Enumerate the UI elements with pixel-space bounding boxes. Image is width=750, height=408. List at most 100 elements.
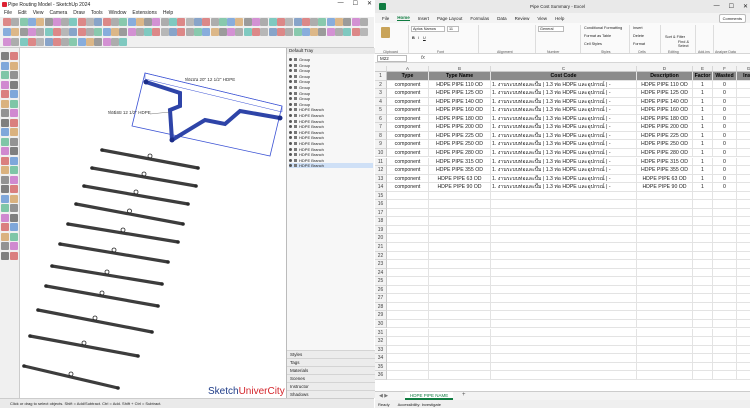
cell[interactable]	[693, 200, 713, 209]
menu-extensions[interactable]: Extensions	[132, 10, 156, 16]
data-cell[interactable]: HDPE PIPE 110 OD	[429, 80, 491, 90]
cell[interactable]	[737, 183, 750, 192]
outliner-item[interactable]: HDPE Branch	[289, 158, 373, 163]
toolbar-tool-icon[interactable]	[102, 28, 111, 36]
data-cell[interactable]: component	[387, 123, 429, 132]
toolbar-tool-icon[interactable]	[169, 28, 177, 36]
cell[interactable]	[693, 234, 713, 243]
side-tool-icon[interactable]	[10, 213, 18, 222]
cell[interactable]	[713, 311, 737, 320]
cell[interactable]	[737, 311, 750, 320]
panel-tags[interactable]: Tags	[287, 358, 375, 366]
accessibility-status[interactable]: Accessibility: Investigate	[398, 402, 441, 407]
italic-button[interactable]: I	[418, 36, 419, 40]
underline-button[interactable]: U	[423, 36, 426, 40]
outliner-item[interactable]: Group	[289, 96, 373, 101]
data-cell[interactable]: HDPE PIPE 125 OD	[637, 89, 693, 98]
row-header[interactable]: 7	[375, 123, 387, 132]
cell[interactable]	[387, 345, 429, 355]
visibility-icon[interactable]	[289, 108, 292, 112]
row-header[interactable]: 3	[375, 89, 387, 98]
toolbar-tool-icon[interactable]	[318, 18, 327, 26]
cell[interactable]	[637, 277, 693, 286]
data-cell[interactable]: 1. งานระบบท่อและปั๊ม | 1.3 ท่อ HDPE และอ…	[491, 131, 637, 141]
side-tool-icon[interactable]	[10, 71, 18, 79]
visibility-icon[interactable]	[289, 97, 292, 101]
row-header[interactable]: 2	[375, 80, 387, 90]
side-tool-icon[interactable]	[10, 147, 18, 155]
side-tool-icon[interactable]	[1, 99, 9, 108]
toolbar-tool-icon[interactable]	[235, 28, 244, 36]
visibility-icon[interactable]	[289, 119, 292, 123]
cell[interactable]	[387, 243, 429, 252]
visibility-icon[interactable]	[289, 74, 292, 78]
cell[interactable]	[387, 200, 429, 209]
visibility-icon[interactable]	[289, 130, 292, 134]
cell[interactable]	[737, 363, 750, 372]
data-cell[interactable]: component	[387, 97, 429, 107]
menu-help[interactable]: Help	[163, 10, 173, 16]
data-cell[interactable]: 1	[693, 97, 713, 107]
cell[interactable]	[387, 302, 429, 312]
cell[interactable]	[693, 208, 713, 218]
cell[interactable]	[737, 337, 750, 346]
data-cell[interactable]: HDPE PIPE 250 OD	[429, 140, 491, 149]
cell[interactable]	[713, 302, 737, 312]
cell[interactable]	[713, 217, 737, 226]
toolbar-tool-icon[interactable]	[69, 38, 78, 46]
data-cell[interactable]: 1. งานระบบท่อและปั๊ม | 1.3 ท่อ HDPE และอ…	[491, 183, 637, 192]
tab-insert[interactable]: Insert	[418, 16, 429, 21]
tab-review[interactable]: Review	[515, 16, 530, 21]
row-header[interactable]: 29	[375, 311, 387, 320]
panel-shadows[interactable]: Shadows	[287, 390, 375, 398]
cell[interactable]	[737, 175, 750, 184]
toolbar-tool-icon[interactable]	[301, 18, 310, 26]
visibility-icon[interactable]	[289, 58, 292, 61]
panel-scenes[interactable]: Scenes	[287, 374, 375, 382]
outliner-item[interactable]: HDPE Branch	[289, 163, 373, 169]
cell[interactable]	[429, 191, 491, 201]
side-tool-icon[interactable]	[1, 137, 9, 146]
row-header[interactable]: 32	[375, 337, 387, 346]
toolbar-tool-icon[interactable]	[160, 28, 169, 36]
cell[interactable]	[491, 294, 637, 303]
side-tool-icon[interactable]	[1, 242, 9, 250]
cell[interactable]	[693, 285, 713, 295]
data-cell[interactable]: component	[387, 106, 429, 115]
cell[interactable]	[637, 243, 693, 252]
data-cell[interactable]: 0	[713, 148, 737, 158]
data-cell[interactable]: HDPE PIPE 180 OD	[429, 114, 491, 124]
toolbar-tool-icon[interactable]	[351, 18, 360, 26]
row-header[interactable]: 10	[375, 148, 387, 158]
cell[interactable]	[429, 268, 491, 278]
cell[interactable]	[737, 123, 750, 132]
cell[interactable]	[637, 354, 693, 363]
side-tool-icon[interactable]	[10, 109, 18, 117]
toolbar-tool-icon[interactable]	[276, 28, 285, 36]
data-cell[interactable]: HDPE PIPE 280 OD	[637, 148, 693, 158]
toolbar-tool-icon[interactable]	[110, 28, 119, 36]
row-header[interactable]: 30	[375, 319, 387, 329]
toolbar-tool-icon[interactable]	[218, 28, 227, 36]
toolbar-tool-icon[interactable]	[44, 38, 53, 46]
data-cell[interactable]: component	[387, 89, 429, 98]
row-header[interactable]: 11	[375, 157, 387, 167]
side-tool-icon[interactable]	[1, 251, 9, 260]
cell[interactable]	[693, 243, 713, 252]
data-cell[interactable]: 1	[693, 166, 713, 175]
menu-view[interactable]: View	[33, 10, 44, 16]
data-cell[interactable]: 0	[713, 131, 737, 141]
cell[interactable]	[737, 277, 750, 286]
cell[interactable]	[693, 328, 713, 338]
data-cell[interactable]: 1. งานระบบท่อและปั๊ม | 1.3 ท่อ HDPE และอ…	[491, 89, 637, 98]
row-header[interactable]: 21	[375, 243, 387, 252]
cell[interactable]	[693, 217, 713, 226]
cell[interactable]	[387, 319, 429, 329]
toolbar-tool-icon[interactable]	[3, 38, 11, 46]
cell[interactable]	[387, 337, 429, 346]
row-header[interactable]: 18	[375, 217, 387, 226]
outliner-item[interactable]: Group	[289, 68, 373, 73]
toolbar-tool-icon[interactable]	[301, 28, 310, 36]
toolbar-tool-icon[interactable]	[44, 28, 53, 36]
cell[interactable]	[387, 251, 429, 261]
